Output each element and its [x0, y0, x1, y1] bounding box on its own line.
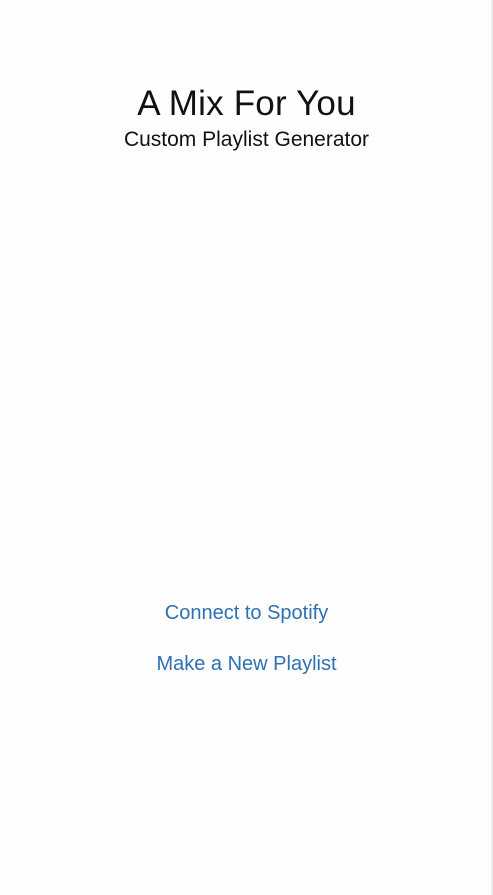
app-screen: A Mix For You Custom Playlist Generator … — [0, 0, 493, 895]
app-subtitle: Custom Playlist Generator — [123, 128, 370, 151]
make-new-playlist-button[interactable]: Make a New Playlist — [0, 651, 493, 677]
app-title: A Mix For You — [137, 84, 356, 123]
connect-spotify-button[interactable]: Connect to Spotify — [0, 600, 493, 626]
